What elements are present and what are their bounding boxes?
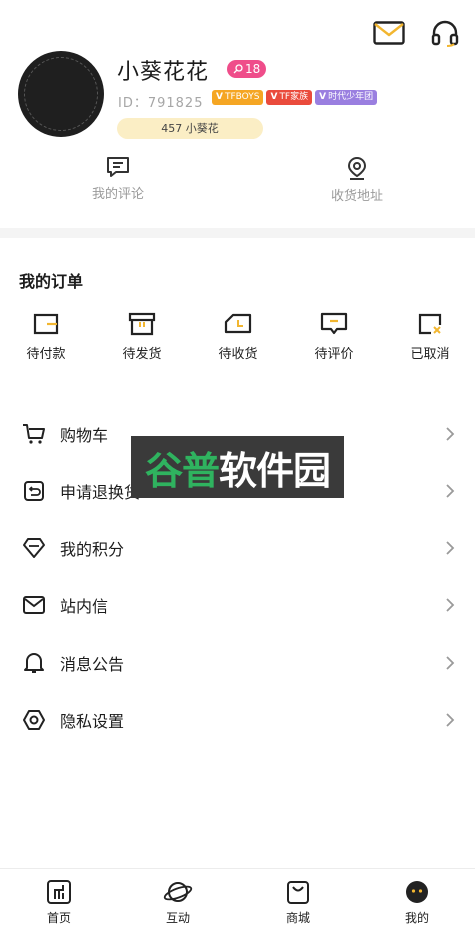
cancel-icon	[418, 313, 442, 335]
location-icon	[347, 156, 367, 180]
wallet-icon	[33, 313, 59, 335]
comment-icon	[107, 157, 129, 177]
v-icon: V	[270, 92, 278, 102]
menu-inbox[interactable]: 站内信	[0, 577, 475, 633]
review-icon	[320, 312, 348, 335]
truck-icon	[224, 313, 252, 334]
chevron-right-icon	[443, 427, 457, 441]
level-icon	[233, 64, 243, 74]
nav-me[interactable]: 我的	[377, 879, 457, 926]
tag-tnt[interactable]: V 时代少年团	[315, 90, 378, 105]
order-to-review[interactable]: 待评价	[299, 312, 369, 362]
nav-home[interactable]: 首页	[19, 879, 99, 926]
order-status-row: 待付款 待发货 待收货 待评价 已取消	[0, 312, 475, 372]
menu-announcements[interactable]: 消息公告	[0, 635, 475, 691]
chevron-right-icon	[443, 656, 457, 670]
chevron-right-icon	[443, 598, 457, 612]
orders-title: 我的订单	[19, 272, 84, 291]
envelope-icon	[22, 593, 46, 617]
tag-tf-family[interactable]: V TF家族	[266, 90, 313, 105]
box-icon	[128, 312, 156, 336]
fans-badge[interactable]: 457 小葵花	[117, 118, 263, 139]
tag-tfboys[interactable]: V TFBOYS	[212, 90, 264, 105]
my-comments-link[interactable]: 我的评论	[58, 156, 178, 202]
home-icon	[47, 880, 71, 904]
watermark-logo: 谷普 软件园	[131, 436, 344, 498]
bell-icon	[22, 651, 46, 675]
menu-privacy[interactable]: 隐私设置	[0, 692, 475, 748]
chevron-right-icon	[443, 541, 457, 555]
return-icon	[22, 479, 46, 503]
shopping-bag-icon	[287, 881, 309, 904]
me-icon	[406, 881, 428, 903]
level-value: 18	[245, 62, 261, 76]
order-to-ship[interactable]: 待发货	[107, 312, 177, 362]
v-icon: V	[319, 92, 327, 102]
chevron-right-icon	[443, 484, 457, 498]
cart-icon	[22, 422, 46, 446]
planet-icon	[163, 882, 193, 902]
mail-icon[interactable]	[372, 18, 406, 48]
bottom-nav: 首页 互动 商城 我的	[0, 868, 475, 935]
order-to-receive[interactable]: 待收货	[203, 312, 273, 362]
settings-icon	[22, 708, 46, 732]
menu-points[interactable]: 我的积分	[0, 520, 475, 576]
order-pending-payment[interactable]: 待付款	[11, 312, 81, 362]
section-divider	[0, 228, 475, 238]
level-badge: 18	[227, 60, 267, 78]
order-cancelled[interactable]: 已取消	[395, 312, 465, 362]
v-icon: V	[216, 92, 223, 102]
nav-interact[interactable]: 互动	[138, 879, 218, 926]
username: 小葵花花	[117, 60, 210, 85]
user-id: ID：791825	[118, 96, 204, 111]
shipping-address-link[interactable]: 收货地址	[297, 156, 417, 204]
chevron-right-icon	[443, 713, 457, 727]
diamond-icon	[22, 536, 46, 560]
fan-tags: V TFBOYS V TF家族 V 时代少年团	[212, 90, 378, 105]
headset-icon[interactable]	[428, 18, 462, 48]
avatar[interactable]	[18, 51, 104, 137]
nav-mall[interactable]: 商城	[258, 879, 338, 926]
